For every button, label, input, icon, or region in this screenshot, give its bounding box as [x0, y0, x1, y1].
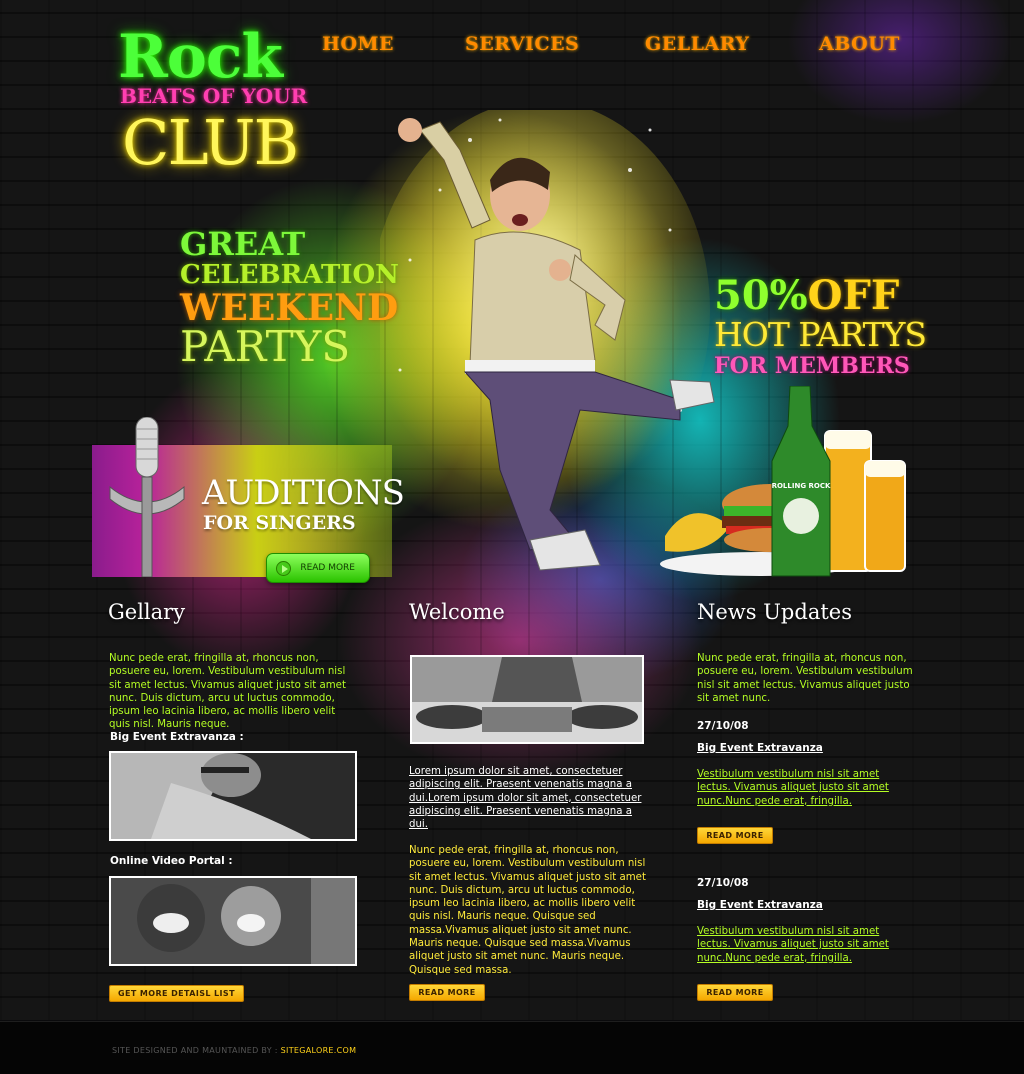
- news-date-2: 27/10/08: [697, 877, 749, 889]
- news-headline-1[interactable]: Big Event Extravanza: [697, 742, 823, 754]
- promo-line-partys: PARTYS: [180, 322, 351, 371]
- welcome-read-more-button[interactable]: READ MORE: [409, 984, 485, 1001]
- footer-site-link[interactable]: SITEGALORE.COM: [281, 1046, 357, 1055]
- food-and-beer-image: ROLLING ROCK: [660, 386, 906, 577]
- welcome-link-text[interactable]: Lorem ipsum dolor sit amet, consectetuer…: [409, 765, 645, 831]
- nav-about[interactable]: ABOUT: [819, 33, 900, 55]
- gellary-caption-2: Online Video Portal :: [110, 855, 233, 867]
- play-icon: [276, 561, 291, 576]
- news-read-more-button-2[interactable]: READ MORE: [697, 984, 773, 1001]
- welcome-section: Welcome Lorem ipsum dolor sit amet, cons…: [409, 600, 649, 1001]
- gellary-section: Gellary Nunc pede erat, fringilla at, rh…: [108, 600, 358, 1002]
- logo-rock-text: Rock: [118, 22, 283, 92]
- promo-line-great: GREAT: [180, 225, 306, 263]
- turntables-photo-image: [412, 657, 642, 742]
- news-title: News Updates: [697, 600, 852, 624]
- welcome-body-text: Nunc pede erat, fringilla at, rhoncus no…: [409, 845, 646, 976]
- beer-label: ROLLING ROCK: [772, 482, 831, 490]
- discount-promo: 50%OFF HOT PARTYS FOR MEMBERS: [714, 276, 934, 379]
- gellary-caption-1: Big Event Extravanza :: [110, 731, 244, 743]
- gellary-photo-singers[interactable]: [109, 876, 357, 966]
- main-nav: HOME SERVICES GELLARY ABOUT: [320, 33, 920, 61]
- welcome-photo-turntables[interactable]: [410, 655, 644, 744]
- auditions-read-more-button[interactable]: READ MORE: [266, 553, 370, 583]
- logo-beats-text: BEATS OF YOUR: [120, 84, 308, 108]
- news-date-1: 27/10/08: [697, 720, 749, 732]
- dj-photo-image: [111, 753, 355, 839]
- news-section: News Updates Nunc pede erat, fringilla a…: [697, 600, 921, 1001]
- footer-credit-text: SITE DESIGNED AND MAUNTAINED BY :: [112, 1046, 281, 1055]
- logo-club-text: CLUB: [122, 106, 299, 179]
- auditions-title: AUDITIONS: [202, 473, 405, 513]
- nav-gellary[interactable]: GELLARY: [645, 33, 749, 55]
- news-text-1[interactable]: Vestibulum vestibulum nisl sit amet lect…: [697, 768, 903, 808]
- nav-services[interactable]: SERVICES: [465, 33, 579, 55]
- microphone-icon: [109, 417, 185, 577]
- promo-line-weekend: WEEKEND: [180, 287, 399, 329]
- promo-for-members: FOR MEMBERS: [714, 353, 910, 379]
- footer-credit: SITE DESIGNED AND MAUNTAINED BY : SITEGA…: [112, 1046, 356, 1055]
- weekend-party-promo: GREAT CELEBRATION WEEKEND PARTYS: [180, 228, 410, 368]
- news-headline-2[interactable]: Big Event Extravanza: [697, 899, 823, 911]
- news-intro-text: Nunc pede erat, fringilla at, rhoncus no…: [697, 653, 913, 704]
- auditions-subtitle: FOR SINGERS: [203, 512, 356, 534]
- promo-off: OFF: [807, 272, 900, 319]
- news-text-2[interactable]: Vestibulum vestibulum nisl sit amet lect…: [697, 925, 903, 965]
- promo-line-celebration: CELEBRATION: [180, 260, 399, 290]
- promo-hot-partys: HOT PARTYS: [714, 315, 927, 354]
- gellary-text: Nunc pede erat, fringilla at, rhoncus no…: [109, 653, 346, 731]
- news-read-more-button-1[interactable]: READ MORE: [697, 827, 773, 844]
- page-footer: SITE DESIGNED AND MAUNTAINED BY : SITEGA…: [0, 1021, 1024, 1074]
- gellary-photo-dj[interactable]: [109, 751, 357, 841]
- gellary-title: Gellary: [108, 600, 186, 624]
- site-logo[interactable]: Rock BEATS OF YOUR CLUB: [112, 22, 307, 179]
- singers-photo-image: [111, 878, 355, 964]
- welcome-title: Welcome: [409, 600, 505, 624]
- promo-discount: 50%OFF: [714, 276, 934, 316]
- promo-percent: 50%: [714, 272, 808, 319]
- auditions-read-more-label: READ MORE: [300, 563, 355, 573]
- get-more-details-button[interactable]: GET MORE DETAISL LIST: [109, 985, 244, 1002]
- nav-home[interactable]: HOME: [322, 33, 394, 55]
